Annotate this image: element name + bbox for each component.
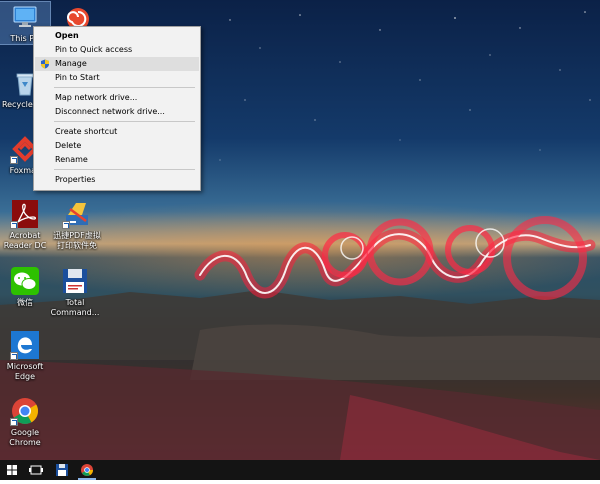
menu-item-delete[interactable]: Delete [35,139,199,153]
shortcut-arrow-icon [10,221,18,229]
desktop-icon-label: Google Chrome [9,428,41,447]
menu-item-map-network-drive[interactable]: Map network drive... [35,91,199,105]
shortcut-arrow-icon [10,156,18,164]
shortcut-arrow-icon [62,221,70,229]
floppy-disk-icon [60,266,90,296]
desktop-icon-edge[interactable]: Microsoft Edge [0,330,50,382]
menu-separator [54,87,195,88]
pdf-printer-icon [62,199,92,229]
taskbar-chrome[interactable] [75,460,99,480]
menu-item-disconnect-network-drive[interactable]: Disconnect network drive... [35,105,199,119]
shortcut-arrow-icon [10,352,18,360]
menu-item-pin-quick-access[interactable]: Pin to Quick access [35,43,199,57]
taskbar-total-commander[interactable] [50,460,74,480]
desktop-icon-acrobat[interactable]: Acrobat Reader DC [0,199,50,251]
desktop-icon-label: Acrobat Reader DC [3,231,47,250]
menu-item-open[interactable]: Open [35,29,199,43]
desktop-icon-total-commander[interactable]: Total Command... [50,266,100,318]
chrome-icon [81,464,93,476]
chrome-icon [10,396,40,426]
edge-icon [10,330,40,360]
shortcut-arrow-icon [10,418,18,426]
light-painting-trail [194,216,596,300]
context-menu: Open Pin to Quick access Manage Pin to S… [33,26,201,191]
menu-item-create-shortcut[interactable]: Create shortcut [35,125,199,139]
desktop-icon-pdf-tool[interactable]: 迅捷PDF虚拟打印软件免 [52,199,102,251]
taskbar [0,460,600,480]
desktop-icon-chrome[interactable]: Google Chrome [0,396,50,448]
menu-separator [54,169,195,170]
menu-item-properties[interactable]: Properties [35,173,199,187]
menu-item-pin-to-start[interactable]: Pin to Start [35,71,199,85]
desktop-icon-label: 微信 [17,298,33,307]
menu-item-rename[interactable]: Rename [35,153,199,167]
menu-item-label: Manage [55,59,87,68]
start-button[interactable] [0,460,24,480]
desktop-icon-label: Total Command... [50,298,100,317]
menu-separator [54,121,195,122]
desktop-icon-label: Microsoft Edge [6,362,44,381]
total-commander-icon [56,464,68,476]
acrobat-reader-icon [10,199,40,229]
desktop-icon-label: 迅捷PDF虚拟打印软件免 [53,231,101,250]
wechat-icon [10,266,40,296]
task-view-button[interactable] [24,460,48,480]
uac-shield-icon [41,59,49,69]
desktop-icon-wechat[interactable]: 微信 [0,266,50,308]
menu-item-manage[interactable]: Manage [35,57,199,71]
start-windows-icon [7,465,17,475]
task-view-icon [29,465,43,475]
